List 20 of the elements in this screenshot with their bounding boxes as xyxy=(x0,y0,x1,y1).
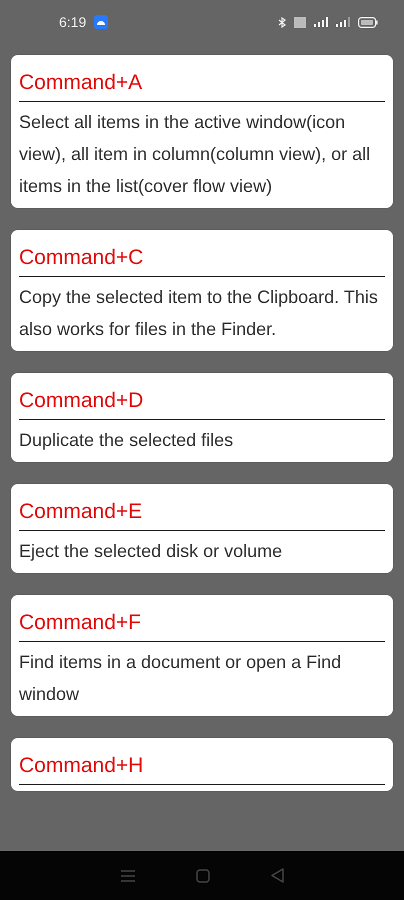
signal-icon xyxy=(314,17,328,27)
shortcut-description: Find items in a document or open a Find window xyxy=(19,651,342,706)
shortcut-description: Select all items in the active window(icon view), all item in column(column view), or all items in the list(cover flow view) xyxy=(19,111,372,198)
shortcut-keys: Command+C xyxy=(19,230,385,277)
shortcut-keys: Command+D xyxy=(19,373,385,420)
clock: 6:19 xyxy=(59,14,86,30)
shortcut-keys: Command+F xyxy=(19,595,385,642)
shortcut-description: Copy the selected item to the Clipboard. This also works for files in the Finder. xyxy=(19,286,379,341)
bluetooth-icon xyxy=(278,16,286,28)
cloud-icon xyxy=(94,15,108,29)
back-icon[interactable] xyxy=(270,868,284,883)
shortcut-description: Duplicate the selected files xyxy=(19,429,234,452)
home-icon[interactable] xyxy=(196,868,210,882)
signal-icon xyxy=(336,17,350,27)
battery-icon xyxy=(358,16,378,28)
shortcut-keys: Command+A xyxy=(19,55,385,102)
shortcut-description: Eject the selected disk or volume xyxy=(19,540,284,563)
menu-icon[interactable] xyxy=(120,870,134,882)
shortcut-keys: Command+H xyxy=(19,738,385,785)
shortcut-keys: Command+E xyxy=(19,484,385,531)
